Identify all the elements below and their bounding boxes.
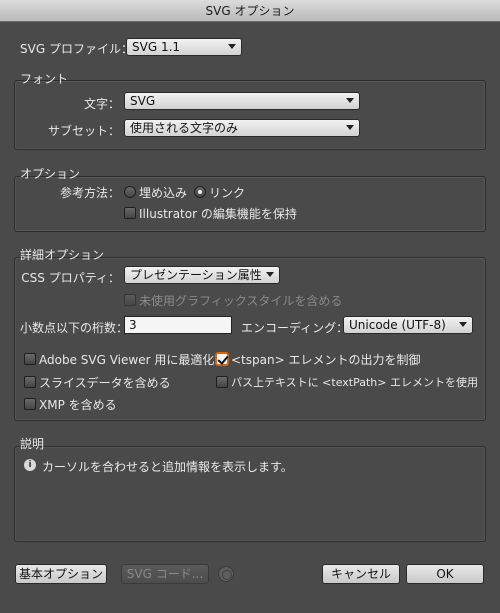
preserve-label: Illustrator の編集機能を保持 [139,207,297,221]
chevron-down-icon [346,98,354,103]
css-label: CSS プロパティ： [21,271,120,285]
profile-value: SVG 1.1 [132,40,181,54]
subset-select[interactable]: 使用される文字のみ [124,119,360,137]
unused-styles-label: 未使用グラフィックスタイルを含める [139,294,343,308]
ref-label: 参考方法： [59,186,120,200]
chevron-down-icon [266,272,274,277]
textpath-label: パス上テキストに <textPath> エレメントを使用 [231,376,478,389]
type-label: 文字： [83,97,120,111]
slice-label: スライスデータを含める [39,376,171,390]
subset-value: 使用される文字のみ [130,121,239,135]
unused-styles-checkbox[interactable] [124,294,136,306]
css-value: プレゼンテーション属性 [130,268,262,282]
decimal-label: 小数点以下の桁数： [20,321,129,335]
description-text: カーソルを合わせると追加情報を表示します。 [42,460,293,474]
encoding-select[interactable]: Unicode (UTF-8) [343,316,473,334]
xmp-checkbox[interactable] [24,398,36,410]
slice-checkbox[interactable] [24,376,36,388]
subset-label: サブセット： [47,124,120,138]
type-value: SVG [130,94,156,108]
chevron-down-icon [228,44,236,49]
encoding-value: Unicode (UTF-8) [349,318,446,332]
preserve-checkbox[interactable] [124,207,136,219]
link-radio[interactable] [194,186,206,198]
tspan-checkbox[interactable] [216,353,228,365]
window-title: SVG オプション [0,0,500,22]
ok-button[interactable]: OK [406,564,484,584]
cancel-button[interactable]: キャンセル [322,564,400,584]
options-group-title: オプション [20,167,81,181]
embed-radio[interactable] [124,186,136,198]
xmp-label: XMP を含める [39,398,117,412]
basic-options-button[interactable]: 基本オプション [15,564,107,584]
encoding-label: エンコーディング： [241,321,349,335]
embed-label: 埋め込み [139,186,188,200]
textpath-checkbox[interactable] [216,376,228,388]
globe-icon[interactable] [218,566,234,582]
decimal-input[interactable]: 3 [124,316,232,334]
font-group-title: フォント [20,72,69,86]
type-select[interactable]: SVG [124,92,360,110]
chevron-down-icon [346,125,354,130]
font-group [14,80,486,150]
optimize-label: Adobe SVG Viewer 用に最適化 [39,353,215,367]
css-select[interactable]: プレゼンテーション属性 [124,266,280,284]
profile-label: SVG プロファイル： [20,42,133,56]
optimize-checkbox[interactable] [24,353,36,365]
svg-code-button[interactable]: SVG コード... [121,564,209,584]
description-group-title: 説明 [20,437,45,451]
tspan-label: <tspan> エレメントの出力を制御 [231,353,421,367]
chevron-down-icon [459,322,467,327]
info-icon: i [24,459,36,471]
link-label: リンク [209,186,246,200]
profile-select[interactable]: SVG 1.1 [126,38,242,56]
advanced-group-title: 詳細オプション [20,248,105,262]
